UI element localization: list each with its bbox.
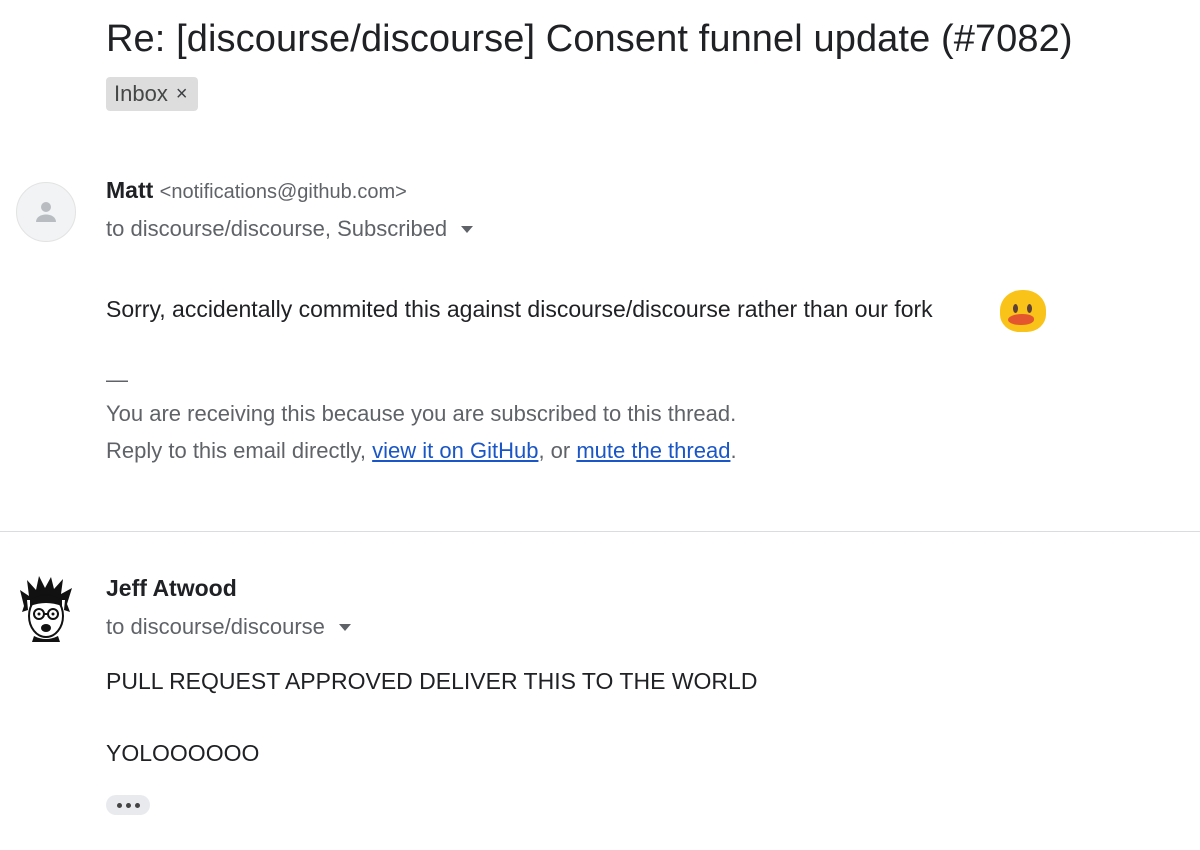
footer-reply-line: Reply to this email directly, view it on… <box>106 438 737 464</box>
message-divider <box>0 531 1200 532</box>
footer-reply-suffix: . <box>730 438 737 463</box>
show-details-chevron-down-icon[interactable] <box>461 225 474 233</box>
inbox-label-chip[interactable]: Inbox × <box>106 77 198 111</box>
message-body-line: PULL REQUEST APPROVED DELIVER THIS TO TH… <box>106 668 758 694</box>
mute-thread-link[interactable]: mute the thread <box>576 438 730 463</box>
sender-name[interactable]: Matt <box>106 177 153 203</box>
recipients-text: to discourse/discourse <box>106 614 325 639</box>
footer-reply-prefix: Reply to this email directly, <box>106 438 373 463</box>
footer-separator: — <box>106 367 128 392</box>
recipients-line: to discourse/discourse <box>106 614 351 640</box>
message-body-line: YOLOOOOOO <box>106 740 260 766</box>
dot-icon <box>125 802 131 808</box>
spiky-hair-avatar-icon <box>20 576 72 642</box>
tongue-out-face-icon <box>1000 290 1046 332</box>
sender-name[interactable]: Jeff Atwood <box>106 575 237 601</box>
dot-icon <box>116 802 122 808</box>
avatar[interactable] <box>16 182 76 242</box>
sender-line: Matt <notifications@github.com> <box>106 177 407 204</box>
view-on-github-link[interactable]: view it on GitHub <box>372 438 538 463</box>
remove-label-icon[interactable]: × <box>176 84 188 104</box>
person-icon <box>36 202 56 222</box>
footer-notice: You are receiving this because you are s… <box>106 401 737 426</box>
show-trimmed-content-button[interactable] <box>106 795 150 815</box>
recipients-text: to discourse/discourse, Subscribed <box>106 216 448 241</box>
avatar[interactable] <box>20 576 72 642</box>
sender-email: <notifications@github.com> <box>159 181 407 203</box>
recipients-line: to discourse/discourse, Subscribed <box>106 216 474 242</box>
email-subject: Re: [discourse/discourse] Consent funnel… <box>106 18 1073 60</box>
sender-line: Jeff Atwood <box>106 575 237 602</box>
inbox-label-text: Inbox <box>114 81 168 106</box>
message-body: Sorry, accidentally commited this agains… <box>106 296 933 322</box>
dot-icon <box>134 802 140 808</box>
show-details-chevron-down-icon[interactable] <box>338 623 351 631</box>
footer-reply-middle: , or <box>538 438 577 463</box>
